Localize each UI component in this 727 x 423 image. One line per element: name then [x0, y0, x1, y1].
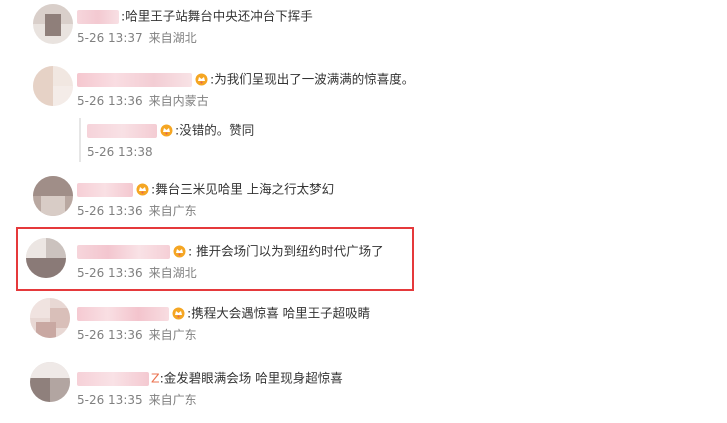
reply-divider — [79, 118, 81, 162]
username-blurred[interactable] — [77, 182, 133, 197]
comment-meta: 5-26 13:37 来自湖北 — [77, 30, 197, 46]
comment-meta: 5-26 13:35 来自广东 — [77, 392, 197, 408]
comment-location: 来自湖北 — [148, 31, 197, 45]
comment-line: :携程大会遇惊喜 哈里王子超吸睛 — [77, 304, 370, 322]
comment-text: :金发碧眼满会场 哈里现身超惊喜 — [159, 370, 343, 386]
avatar[interactable] — [30, 362, 70, 402]
comment-meta: 5-26 13:36 来自广东 — [77, 203, 197, 219]
comment-date: 5-26 13:38 — [87, 145, 153, 159]
comment-list: :哈里王子站舞台中央还冲台下挥手 5-26 13:37 来自湖北 :为我们呈现出了… — [0, 0, 727, 423]
comment-location: 来自广东 — [148, 204, 197, 218]
comment-location: 来自内蒙古 — [148, 94, 209, 108]
comment-line: :舞台三米见哈里 上海之行太梦幻 — [77, 180, 334, 198]
comment-date: 5-26 13:36 — [77, 204, 143, 218]
comment-location: 来自广东 — [148, 393, 197, 407]
vip-badge-icon — [172, 307, 185, 320]
comment-date: 5-26 13:37 — [77, 31, 143, 45]
comment-text: :为我们呈现出了一波满满的惊喜度。 — [210, 71, 415, 87]
username-suffix: Z — [151, 370, 160, 386]
comment-text: :携程大会遇惊喜 哈里王子超吸睛 — [187, 305, 371, 321]
comment-meta: 5-26 13:36 来自广东 — [77, 327, 197, 343]
comment-date: 5-26 13:36 — [77, 328, 143, 342]
vip-badge-icon — [136, 183, 149, 196]
comment-location: 来自广东 — [148, 328, 197, 342]
username-blurred[interactable] — [77, 72, 192, 87]
comment-line: :没错的。赞同 — [87, 121, 254, 139]
avatar[interactable] — [33, 66, 73, 106]
avatar[interactable] — [30, 298, 70, 338]
comment-line: Z:金发碧眼满会场 哈里现身超惊喜 — [77, 369, 343, 387]
comment-meta: 5-26 13:36 来自内蒙古 — [77, 93, 209, 109]
comment-line: :为我们呈现出了一波满满的惊喜度。 — [77, 70, 414, 88]
username-blurred[interactable] — [77, 371, 149, 386]
comment-text: :舞台三米见哈里 上海之行太梦幻 — [151, 181, 335, 197]
comment-text: :没错的。赞同 — [175, 122, 255, 138]
vip-badge-icon — [195, 73, 208, 86]
comment-meta: 5-26 13:38 — [87, 144, 153, 160]
avatar[interactable] — [33, 176, 73, 216]
avatar[interactable] — [33, 4, 73, 44]
comment-date: 5-26 13:35 — [77, 393, 143, 407]
comment-date: 5-26 13:36 — [77, 94, 143, 108]
username-blurred[interactable] — [77, 9, 119, 24]
username-blurred[interactable] — [77, 306, 169, 321]
comment-text: :哈里王子站舞台中央还冲台下挥手 — [121, 8, 313, 24]
highlight-box — [16, 227, 414, 291]
comment-line: :哈里王子站舞台中央还冲台下挥手 — [77, 7, 313, 25]
vip-badge-icon — [160, 124, 173, 137]
username-blurred[interactable] — [87, 123, 157, 138]
